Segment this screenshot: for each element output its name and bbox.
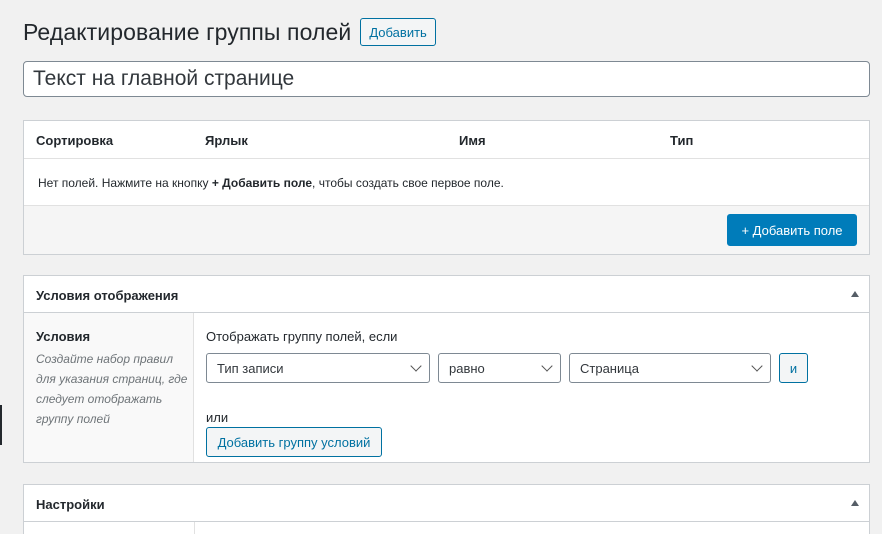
column-order: Сортировка bbox=[36, 133, 114, 148]
or-label: или bbox=[206, 410, 229, 425]
left-edge-marker bbox=[0, 405, 2, 445]
location-panel: Условия отображения Условия Создайте наб… bbox=[23, 275, 870, 463]
chevron-down-icon bbox=[541, 360, 553, 372]
collapse-arrow-icon[interactable] bbox=[851, 500, 859, 506]
add-field-button[interactable]: + Добавить поле bbox=[727, 214, 857, 246]
collapse-arrow-icon[interactable] bbox=[851, 291, 859, 297]
rule-param-select[interactable]: Тип записи bbox=[206, 353, 430, 383]
chevron-down-icon bbox=[410, 360, 422, 372]
fields-panel: Сортировка Ярлык Имя Тип Нет полей. Нажм… bbox=[23, 120, 870, 255]
fields-footer: + Добавить поле bbox=[24, 206, 869, 254]
location-body: Условия Создайте набор правил для указан… bbox=[24, 313, 869, 463]
location-panel-header[interactable]: Условия отображения bbox=[24, 276, 869, 313]
no-fields-action: + Добавить поле bbox=[211, 176, 313, 190]
column-type: Тип bbox=[670, 133, 694, 148]
fields-table-header: Сортировка Ярлык Имя Тип bbox=[24, 121, 869, 159]
rule-operator-select[interactable]: равно bbox=[438, 353, 561, 383]
no-fields-message: Нет полей. Нажмите на кнопку + Добавить … bbox=[24, 159, 869, 206]
add-and-rule-button[interactable]: и bbox=[779, 353, 808, 383]
page-title: Редактирование группы полей bbox=[23, 18, 352, 45]
column-label: Ярлык bbox=[205, 133, 248, 148]
column-name: Имя bbox=[459, 133, 486, 148]
rules-label: Условия bbox=[36, 329, 91, 344]
rule-param-value: Тип записи bbox=[217, 360, 284, 376]
no-fields-suffix: , чтобы создать свое первое поле. bbox=[312, 176, 504, 190]
rules-editor: Отображать группу полей, если Тип записи… bbox=[206, 329, 808, 457]
location-label-column: Условия Создайте набор правил для указан… bbox=[24, 313, 194, 462]
rule-value-value: Страница bbox=[580, 360, 639, 376]
rule-row: Тип записи равно Страница и bbox=[206, 353, 808, 383]
location-panel-title: Условия отображения bbox=[36, 288, 179, 303]
chevron-down-icon bbox=[751, 360, 763, 372]
rule-value-select[interactable]: Страница bbox=[569, 353, 771, 383]
no-fields-prefix: Нет полей. Нажмите на кнопку bbox=[38, 176, 212, 190]
settings-panel-title: Настройки bbox=[36, 497, 105, 512]
rule-group-heading: Отображать группу полей, если bbox=[206, 329, 398, 344]
rules-description: Создайте набор правил для указания стран… bbox=[36, 352, 188, 426]
settings-panel-header[interactable]: Настройки bbox=[24, 485, 869, 522]
rule-operator-value: равно bbox=[449, 360, 485, 376]
page-header: Редактирование группы полей Добавить bbox=[23, 17, 436, 47]
field-group-title-input[interactable] bbox=[23, 61, 870, 97]
add-rule-group-button[interactable]: Добавить группу условий bbox=[206, 427, 382, 457]
add-new-button[interactable]: Добавить bbox=[360, 18, 436, 46]
settings-panel: Настройки bbox=[23, 484, 870, 534]
settings-divider bbox=[194, 522, 195, 534]
